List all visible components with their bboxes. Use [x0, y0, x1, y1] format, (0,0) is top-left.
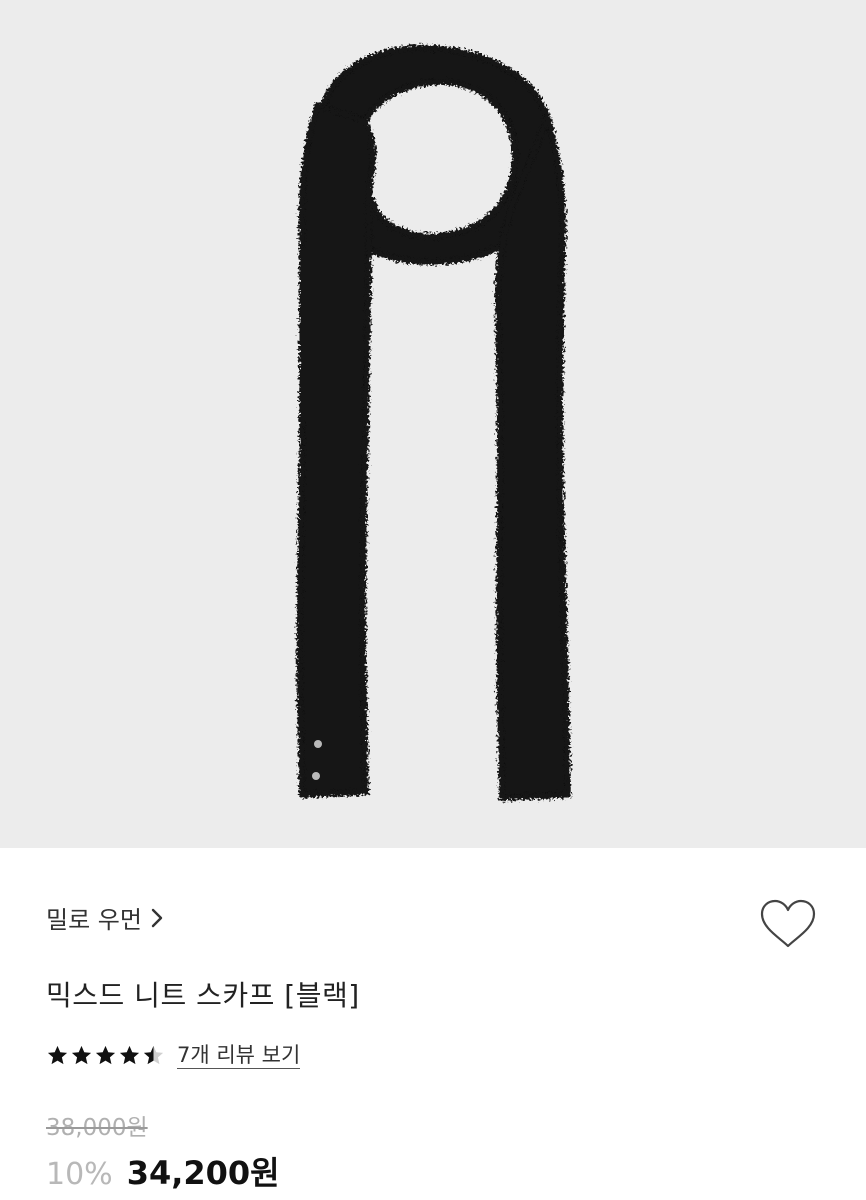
half-star-icon	[143, 1045, 164, 1064]
discount-rate: 10%	[46, 1157, 113, 1192]
price-row: 10% 34,200원	[46, 1148, 280, 1194]
brand-link[interactable]: 밀로 우먼	[46, 900, 164, 935]
star-icon	[95, 1045, 116, 1064]
brand-name: 밀로 우먼	[46, 906, 142, 934]
rating-row: 7개 리뷰 보기	[46, 1039, 301, 1071]
product-title: 믹스드 니트 스카프 [블랙]	[46, 979, 360, 1012]
product-detail-page: 밀로 우먼 믹스드 니트 스카프 [블랙] 7개 리뷰 보기 38,000원 1…	[0, 0, 866, 1200]
sale-price: 34,200원	[126, 1154, 280, 1192]
wishlist-button[interactable]	[756, 896, 820, 956]
chevron-right-icon	[150, 907, 164, 929]
star-icon	[119, 1045, 140, 1064]
product-image[interactable]	[0, 0, 866, 848]
heart-outline-icon	[758, 898, 818, 954]
scarf-illustration	[296, 44, 571, 801]
stud-bottom	[312, 772, 320, 780]
stud-top	[314, 740, 322, 748]
star-icon	[71, 1045, 92, 1064]
review-count-link[interactable]: 7개 리뷰 보기	[177, 1042, 301, 1069]
original-price: 38,000원	[46, 1115, 148, 1141]
star-rating	[46, 1044, 165, 1067]
star-icon	[47, 1045, 68, 1064]
